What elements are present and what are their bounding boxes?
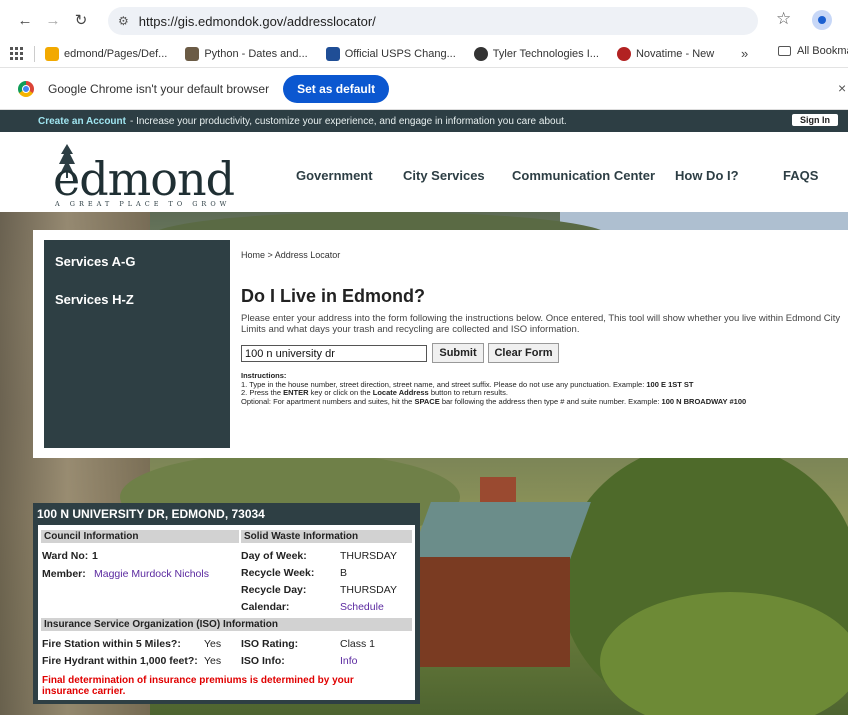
ward-value: 1 (92, 550, 98, 562)
default-browser-infobar: Google Chrome isn't your default browser… (0, 68, 848, 110)
member-link[interactable]: Maggie Murdock Nichols (94, 568, 209, 580)
site-settings-icon[interactable]: ⚙ (118, 14, 129, 28)
bookmark-tyler[interactable]: Tyler Technologies I... (473, 46, 599, 61)
site-header: edmond A GREAT PLACE TO GROW Government … (0, 132, 848, 212)
fire-station-label: Fire Station within 5 Miles?: (42, 638, 181, 650)
sign-in-button[interactable]: Sign In (792, 114, 838, 126)
insurance-disclaimer: Final determination of insurance premium… (42, 675, 354, 697)
forward-icon[interactable]: → (42, 9, 64, 31)
hydrant-value: Yes (204, 655, 222, 667)
address-input[interactable] (241, 345, 427, 362)
divider (34, 45, 35, 62)
services-sidebar: Services A-G Services H-Z (44, 240, 230, 448)
recycle-week-value: B (340, 567, 348, 579)
iso-rating-value: Class 1 (340, 638, 376, 650)
infobar-text: Google Chrome isn't your default browser (48, 81, 270, 96)
reload-icon[interactable]: ↻ (70, 9, 92, 31)
page-title: Do I Live in Edmond? (241, 286, 425, 306)
edmond-favicon-icon (45, 46, 59, 61)
nav-how-do-i[interactable]: How Do I? (675, 168, 739, 183)
council-info-header: Council Information (41, 530, 239, 543)
create-account-link[interactable]: Create an Account (38, 116, 126, 127)
chrome-logo-icon (18, 80, 34, 97)
bookmark-edmond[interactable]: edmond/Pages/Def... (45, 46, 167, 61)
close-icon[interactable]: × (838, 80, 846, 96)
page-description: Please enter your address into the form … (241, 313, 841, 335)
schedule-link[interactable]: Schedule (340, 601, 384, 613)
profile-avatar[interactable] (812, 10, 832, 30)
set-default-button[interactable]: Set as default (283, 74, 390, 103)
day-of-week-value: THURSDAY (340, 550, 397, 562)
sidebar-item-services-a-g[interactable]: Services A-G (55, 254, 135, 269)
cabin-roof (409, 502, 591, 562)
bookmark-python[interactable]: Python - Dates and... (185, 46, 308, 61)
sidebar-item-services-h-z[interactable]: Services H-Z (55, 292, 134, 307)
logo-wordmark: edmond (53, 152, 235, 206)
url-text: https://gis.edmondok.gov/addresslocator/ (138, 13, 376, 29)
cabin-wall (420, 557, 570, 667)
bookmarks-bar: edmond/Pages/Def... Python - Dates and..… (0, 40, 848, 68)
hydrant-label: Fire Hydrant within 1,000 feet?: (42, 655, 198, 667)
recycle-day-label: Recycle Day: (241, 584, 307, 596)
edmond-logo[interactable]: edmond A GREAT PLACE TO GROW (45, 140, 235, 208)
day-of-week-label: Day of Week: (241, 550, 307, 562)
nav-faqs[interactable]: FAQS (783, 168, 818, 183)
apps-icon[interactable] (10, 46, 24, 61)
nav-communication-center[interactable]: Communication Center (512, 168, 655, 183)
recycle-week-label: Recycle Week: (241, 567, 315, 579)
member-label: Member: (42, 568, 86, 580)
submit-button[interactable]: Submit (432, 343, 484, 363)
clear-form-button[interactable]: Clear Form (488, 343, 559, 363)
usps-favicon-icon (325, 46, 340, 61)
address-bar[interactable]: ⚙ https://gis.edmondok.gov/addresslocato… (108, 7, 758, 35)
back-icon[interactable]: ← (14, 9, 36, 31)
breadcrumb[interactable]: Home > Address Locator (241, 250, 340, 260)
account-tagline: - Increase your productivity, customize … (129, 115, 567, 127)
result-details: Council Information Solid Waste Informat… (38, 525, 415, 700)
recycle-day-value: THURSDAY (340, 584, 397, 596)
iso-info-label: ISO Info: (241, 655, 285, 667)
bookmark-novatime[interactable]: Novatime - New (616, 46, 714, 61)
novatime-favicon-icon (616, 46, 631, 61)
nav-government[interactable]: Government (296, 168, 373, 183)
iso-rating-label: ISO Rating: (241, 638, 299, 650)
fire-station-value: Yes (204, 638, 222, 650)
nav-city-services[interactable]: City Services (403, 168, 485, 183)
globe-favicon-icon (473, 46, 488, 61)
account-bar: Create an Account - Increase your produc… (0, 110, 848, 132)
all-bookmarks-button[interactable]: All Bookmar (778, 45, 848, 57)
result-panel: 100 N UNIVERSITY DR, EDMOND, 73034 Counc… (33, 503, 420, 704)
iso-info-link[interactable]: Info (340, 655, 358, 667)
ward-label: Ward No: (42, 550, 89, 562)
instructions: Instructions: 1. Type in the house numbe… (241, 371, 747, 406)
more-bookmarks-button[interactable]: » (741, 46, 748, 61)
bookmark-star-icon[interactable]: ☆ (776, 9, 791, 29)
calendar-label: Calendar: (241, 601, 290, 613)
folder-icon (778, 46, 791, 56)
result-address: 100 N UNIVERSITY DR, EDMOND, 73034 (37, 507, 265, 521)
python-favicon-icon (185, 46, 200, 61)
solid-waste-header: Solid Waste Information (241, 530, 412, 543)
bookmark-usps[interactable]: Official USPS Chang... (325, 46, 456, 61)
logo-tagline: A GREAT PLACE TO GROW (55, 200, 231, 208)
iso-info-header: Insurance Service Organization (ISO) Inf… (41, 618, 412, 631)
